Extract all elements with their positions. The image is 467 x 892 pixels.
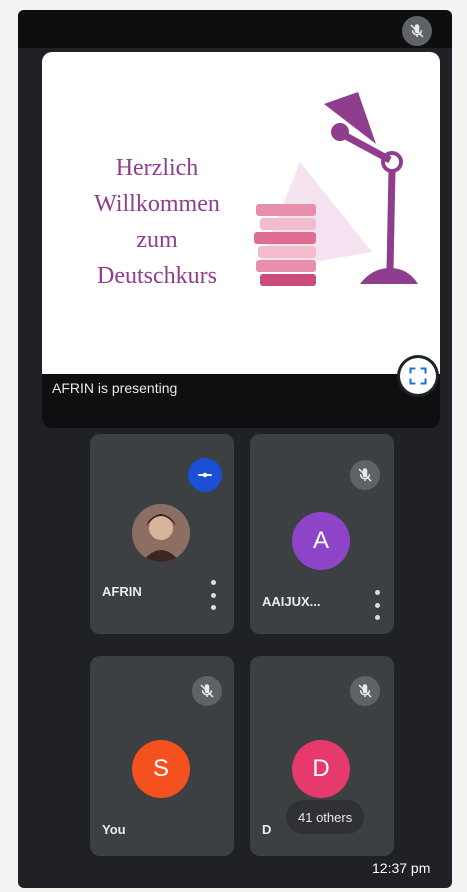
participant-tile-you[interactable]: S You xyxy=(90,656,234,856)
top-bar xyxy=(18,10,452,48)
participant-tile-afrin[interactable]: AFRIN xyxy=(90,434,234,634)
avatar-initial: D xyxy=(292,740,350,798)
presentation-view[interactable]: Herzlich Willkommen zum Deutschkurs AFRI… xyxy=(42,52,440,428)
participant-name: AFRIN xyxy=(102,584,142,599)
avatar-photo xyxy=(132,504,190,562)
participant-tile-aaijux[interactable]: A AAIJUX... xyxy=(250,434,394,634)
participant-name: AAIJUX... xyxy=(262,594,321,609)
pin-badge[interactable] xyxy=(188,458,222,492)
clock: 12:37 pm xyxy=(372,860,431,876)
presenter-caption: AFRIN is presenting xyxy=(52,380,178,396)
fullscreen-button[interactable] xyxy=(400,358,436,394)
lamp-illustration xyxy=(254,92,418,286)
mic-off-icon xyxy=(350,460,380,490)
participant-name: D xyxy=(262,822,272,837)
avatar-initial: S xyxy=(132,740,190,798)
mic-off-icon xyxy=(192,676,222,706)
more-options-icon[interactable] xyxy=(208,580,218,610)
mic-off-icon xyxy=(402,16,432,46)
pin-icon xyxy=(198,472,212,478)
more-options-icon[interactable] xyxy=(372,590,382,620)
mic-off-icon xyxy=(350,676,380,706)
participant-name: You xyxy=(102,822,126,837)
shared-slide: Herzlich Willkommen zum Deutschkurs xyxy=(42,52,440,374)
fullscreen-icon xyxy=(409,367,427,385)
others-count-button[interactable]: 41 others xyxy=(286,800,365,834)
avatar-initial: A xyxy=(292,512,350,570)
meeting-window: Herzlich Willkommen zum Deutschkurs AFRI… xyxy=(18,10,452,888)
